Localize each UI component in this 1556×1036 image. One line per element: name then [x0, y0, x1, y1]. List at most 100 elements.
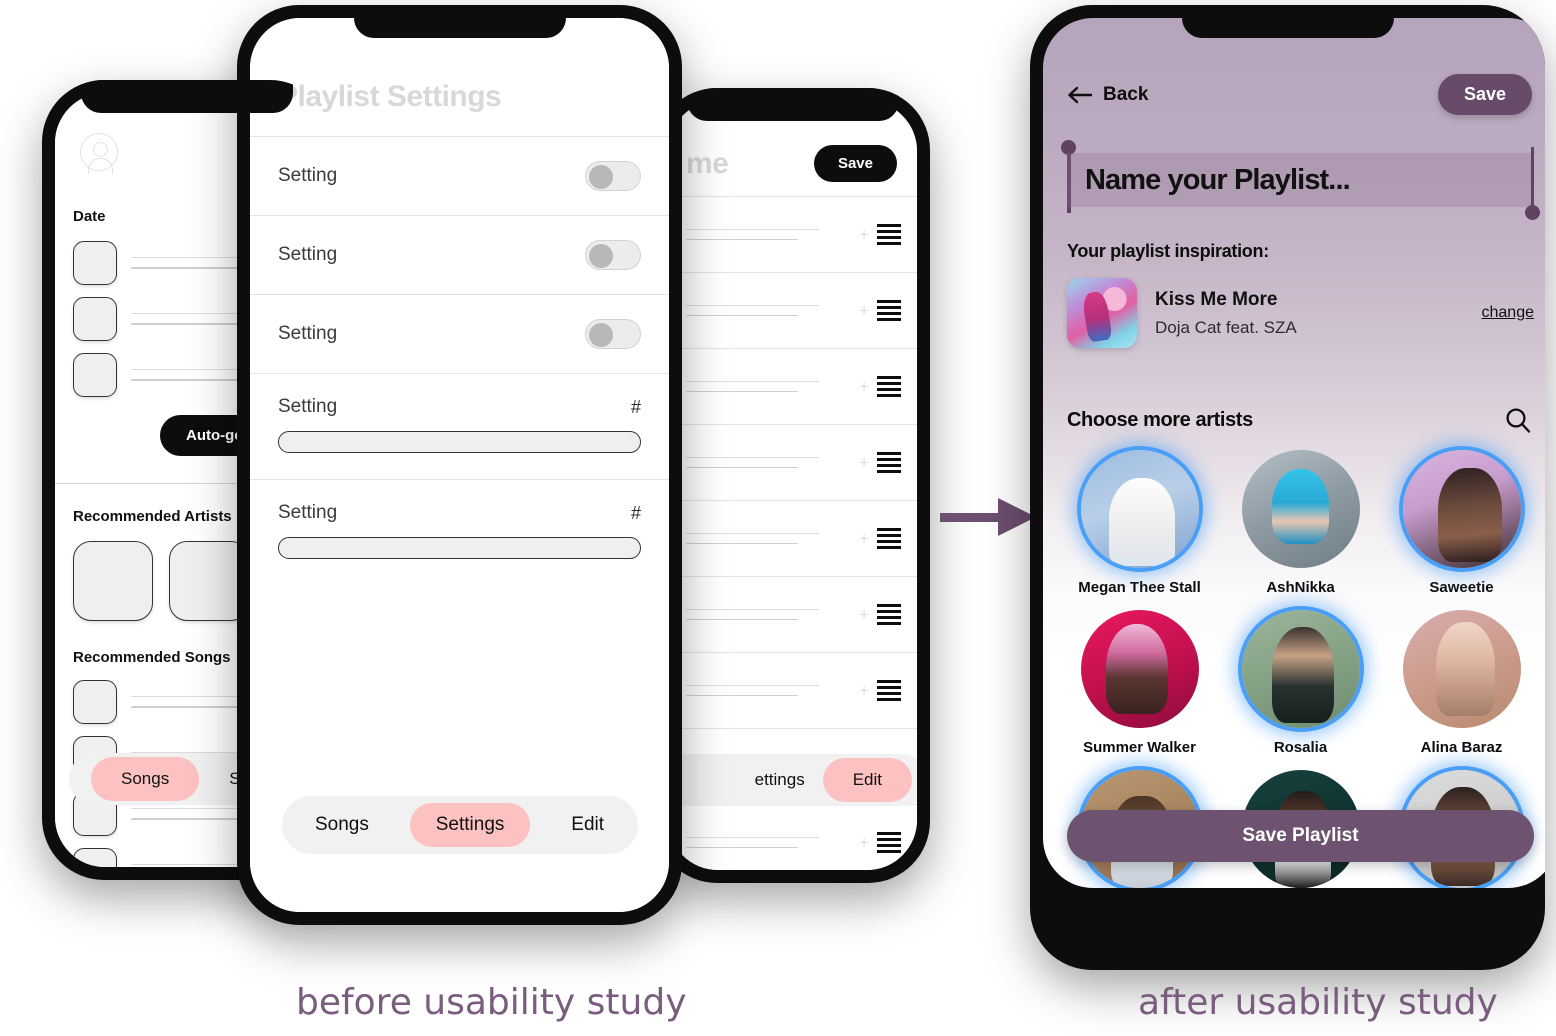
slider-track[interactable] [278, 431, 641, 453]
playlist-name-placeholder: Name your Playlist... [1085, 163, 1351, 196]
drag-handle-icon[interactable] [877, 680, 901, 701]
plus-icon: + [859, 224, 869, 244]
setting-label: Setting [278, 396, 338, 417]
tab-settings-partial[interactable]: ettings [755, 770, 805, 790]
drag-handle-icon[interactable] [877, 452, 901, 473]
comparison-canvas: Date Auto-gene Recommended Artists Recom… [0, 0, 1556, 1036]
slider-track[interactable] [278, 537, 641, 559]
search-icon[interactable] [1504, 406, 1532, 434]
avatar[interactable] [1080, 450, 1199, 568]
thumbnail-placeholder [73, 848, 117, 867]
inspiration-text: Kiss Me More Doja Cat feat. SZA [1155, 289, 1482, 338]
setting-label: Setting [278, 323, 338, 344]
tab-edit[interactable]: Edit [545, 803, 630, 847]
setting-toggle-row[interactable]: Setting [250, 215, 669, 294]
save-button[interactable]: Save [813, 145, 897, 182]
page-title: Playlist Settings [278, 80, 502, 113]
song-artist: Doja Cat feat. SZA [1155, 317, 1297, 337]
artist-name: Alina Baraz [1420, 739, 1503, 756]
avatar[interactable] [1402, 610, 1521, 728]
setting-toggle-row[interactable]: Setting [250, 294, 669, 373]
caption-after: after usability study [1138, 982, 1498, 1023]
table-row[interactable]: + [668, 500, 917, 576]
save-playlist-label: Save Playlist [1242, 825, 1359, 846]
drag-handle-icon[interactable] [877, 604, 901, 625]
choose-artists-label: Choose more artists [1067, 408, 1253, 431]
setting-label: Setting [278, 502, 338, 523]
slider-value: # [630, 502, 641, 523]
toggle-switch[interactable] [585, 319, 641, 349]
inspiration-section-label: Your playlist inspiration: [1067, 241, 1269, 261]
drag-handle-icon[interactable] [877, 376, 901, 397]
avatar[interactable] [1241, 610, 1360, 728]
text-lines [686, 380, 859, 393]
avatar[interactable] [1402, 450, 1521, 568]
artist-cell[interactable]: Summer Walker [1063, 610, 1216, 756]
tab-settings[interactable]: Settings [409, 803, 531, 847]
bottom-tab-bar: Songs Settings Edit [281, 796, 638, 854]
table-row[interactable]: + [668, 424, 917, 500]
thumbnail-placeholder [73, 241, 117, 285]
avatar[interactable] [1241, 450, 1360, 568]
text-lines [686, 304, 859, 317]
table-row[interactable]: + [668, 804, 917, 870]
artist-name: AshNikka [1266, 579, 1335, 596]
setting-slider-row[interactable]: Setting # [250, 479, 669, 585]
text-lines [686, 228, 859, 241]
toggle-switch[interactable] [585, 161, 641, 191]
table-row[interactable]: + [668, 652, 917, 728]
plus-icon: + [859, 452, 869, 472]
back-button[interactable]: Back [1067, 84, 1148, 106]
profile-icon[interactable] [80, 133, 118, 174]
artist-cell[interactable]: Saweetie [1385, 450, 1538, 596]
slider-header: Setting # [278, 396, 641, 418]
artist-name: Saweetie [1429, 579, 1494, 596]
toggle-switch[interactable] [585, 240, 641, 270]
phone-settings-wireframe: Playlist Settings Setting Setting Settin… [237, 5, 682, 925]
artist-cell[interactable]: AshNikka [1224, 450, 1377, 596]
artist-name: Megan Thee Stall [1078, 579, 1201, 596]
bottom-tab-bar: ettings Edit [668, 754, 917, 806]
table-row[interactable]: + [668, 272, 917, 348]
tab-songs[interactable]: Songs [91, 757, 200, 801]
artist-cell[interactable]: Megan Thee Stall [1063, 450, 1216, 596]
artist-card[interactable] [73, 541, 153, 621]
playlist-name-field-wrap: Name your Playlist... [1061, 140, 1540, 220]
plus-icon: + [859, 300, 869, 320]
drag-handle-icon[interactable] [877, 528, 901, 549]
thumbnail-placeholder [73, 297, 117, 341]
table-row[interactable]: + [668, 576, 917, 652]
selection-handle-bottom[interactable] [1525, 205, 1540, 220]
table-row[interactable]: + [668, 196, 917, 272]
edit-wireframe-content: me Save + + + + + + + + ettings Edit [668, 101, 917, 870]
drag-handle-icon[interactable] [877, 300, 901, 321]
phone-after-screen: Back Save Name your Playlist... Your pla… [1043, 18, 1545, 888]
playlist-name-title: me [686, 146, 729, 180]
phone-after-design: Back Save Name your Playlist... Your pla… [1030, 5, 1545, 970]
arrow-left-icon [1068, 86, 1092, 103]
playlist-name-input[interactable]: Name your Playlist... [1067, 153, 1534, 207]
tab-songs[interactable]: Songs [289, 803, 395, 847]
setting-label: Setting [278, 244, 338, 265]
change-link[interactable]: change [1482, 304, 1535, 322]
drag-handle-icon[interactable] [877, 224, 901, 245]
phone-notch [353, 5, 566, 38]
plus-icon: + [859, 604, 869, 624]
text-lines [686, 456, 859, 469]
setting-slider-row[interactable]: Setting # [250, 373, 669, 479]
drag-handle-icon[interactable] [877, 832, 901, 853]
avatar[interactable] [1080, 610, 1199, 728]
slider-value: # [630, 396, 641, 417]
phone-edit-screen: me Save + + + + + + + + ettings Edit [668, 101, 917, 870]
save-playlist-button[interactable]: Save Playlist [1067, 810, 1534, 862]
setting-toggle-row[interactable]: Setting [250, 136, 669, 215]
thumbnail-placeholder [73, 353, 117, 397]
artist-cell[interactable]: Alina Baraz [1385, 610, 1538, 756]
tab-edit[interactable]: Edit [822, 758, 912, 802]
back-label: Back [1103, 83, 1149, 105]
artist-cell[interactable]: Rosalia [1224, 610, 1377, 756]
table-row[interactable]: + [668, 348, 917, 424]
save-button[interactable]: Save [1437, 74, 1532, 115]
plus-icon: + [859, 680, 869, 700]
phone-notch [81, 80, 293, 113]
